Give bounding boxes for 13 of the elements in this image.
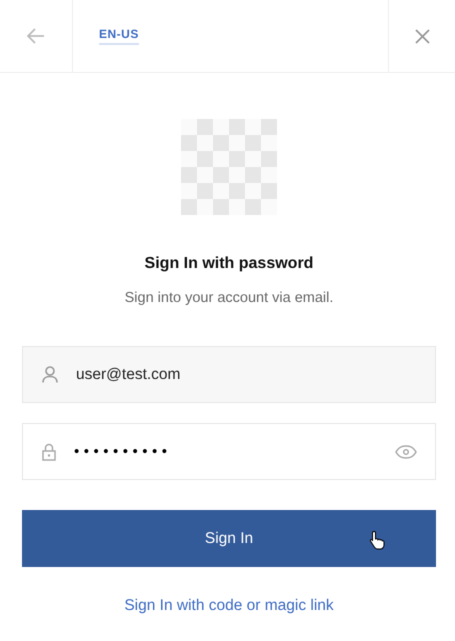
user-icon [42,366,58,383]
magic-link[interactable]: Sign In with code or magic link [124,597,334,615]
eye-icon[interactable] [395,444,417,458]
email-field[interactable]: user@test.com [22,346,436,403]
locale-tab[interactable]: EN-US [99,27,139,45]
close-button[interactable] [414,28,430,44]
form-title: Sign In with password [144,255,314,273]
back-button[interactable] [27,28,45,44]
form-subtitle: Sign into your account via email. [124,290,334,306]
hand-cursor-icon [369,530,386,550]
sign-in-button[interactable]: Sign In [22,510,436,567]
lock-icon [42,442,56,460]
password-field[interactable]: •••••••••• [22,423,436,480]
